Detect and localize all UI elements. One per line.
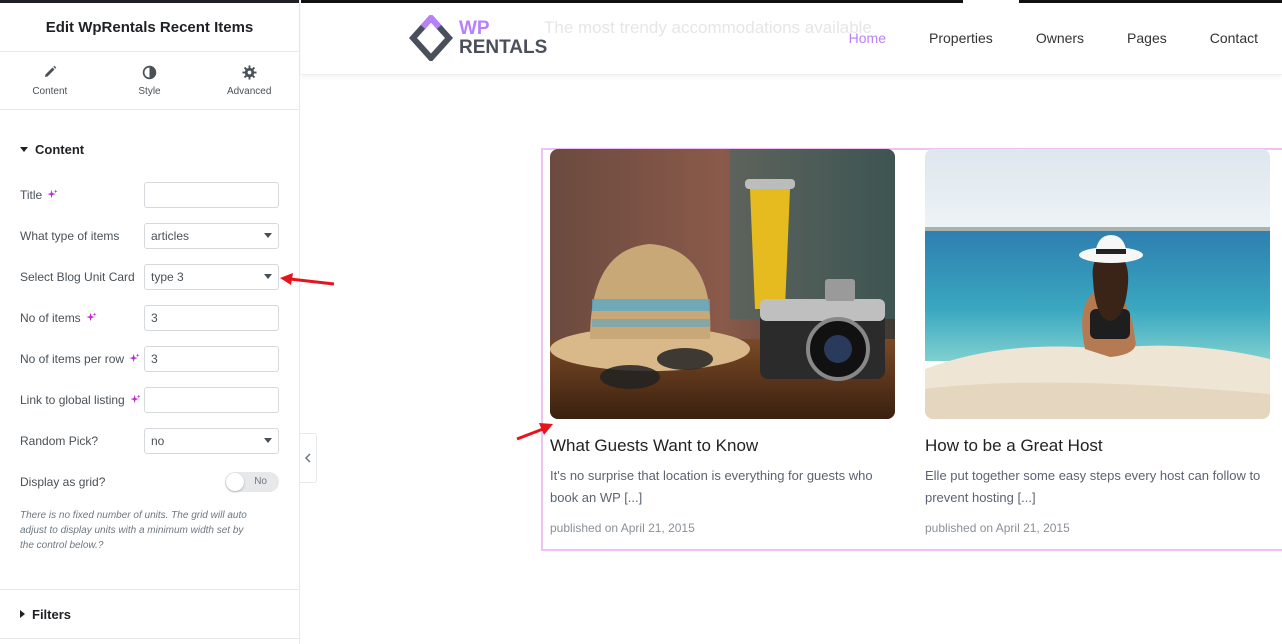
tab-style-label: Style <box>138 86 161 97</box>
blog-card[interactable]: What Guests Want to Know It's no surpris… <box>550 149 895 535</box>
card-title[interactable]: What Guests Want to Know <box>550 436 895 456</box>
nav-properties[interactable]: Properties <box>929 30 993 46</box>
logo-wp: WP <box>459 18 490 39</box>
ai-sparkle-icon[interactable] <box>129 353 140 364</box>
content-section-toggle[interactable]: Content <box>0 134 299 164</box>
annotation-arrow-icon <box>516 423 553 441</box>
logo-rentals: RENTALS <box>459 37 548 58</box>
main-nav: Home Properties Owners Pages Contact <box>806 30 1258 46</box>
logo-text: WP RENTALS <box>459 19 547 57</box>
item-type-label: What type of items <box>20 228 120 243</box>
filters-section-label: Filters <box>32 606 72 622</box>
toggle-state: No <box>254 475 267 487</box>
content-section-label: Content <box>35 141 85 157</box>
card-excerpt: Elle put together some easy steps every … <box>925 468 1261 505</box>
nav-pages[interactable]: Pages <box>1127 30 1167 46</box>
blog-card-select[interactable]: type 3 <box>144 263 279 290</box>
pencil-icon <box>42 64 58 80</box>
annotation-arrow-icon <box>280 273 335 286</box>
editor-panel: Edit WpRentals Recent Items Content Styl… <box>0 0 300 644</box>
display-grid-toggle[interactable]: No <box>225 471 279 492</box>
title-input[interactable] <box>144 181 279 208</box>
card-title[interactable]: How to be a Great Host <box>925 436 1270 456</box>
blog-card-value: type 3 <box>151 269 184 284</box>
dropdown-arrow-icon <box>264 438 272 443</box>
half-circle-icon <box>142 64 158 80</box>
dropdown-arrow-icon <box>264 274 272 279</box>
item-type-select[interactable]: articles <box>144 222 279 249</box>
tab-content-label: Content <box>32 86 68 97</box>
tab-advanced-label: Advanced <box>226 86 272 97</box>
card-image-beach[interactable] <box>925 149 1270 419</box>
control-item-count: No of items 3 <box>20 297 279 338</box>
random-pick-value: no <box>151 433 165 448</box>
random-pick-label: Random Pick? <box>20 433 99 448</box>
content-controls: Title What type of items articles Select… <box>0 174 299 502</box>
control-item-type: What type of items articles <box>20 215 279 256</box>
global-link-label: Link to global listing <box>20 392 125 407</box>
collapse-panel-button[interactable] <box>300 433 317 483</box>
card-date: published on April 21, 2015 <box>550 521 695 535</box>
display-grid-label: Display as grid? <box>20 474 106 489</box>
ai-sparkle-icon[interactable] <box>47 189 58 200</box>
tab-content[interactable]: Content <box>0 52 100 109</box>
control-items-per-row: No of items per row 3 <box>20 338 279 379</box>
tab-style[interactable]: Style <box>100 52 200 109</box>
global-link-input[interactable] <box>144 386 279 413</box>
control-random-pick: Random Pick? no <box>20 420 279 461</box>
tab-advanced[interactable]: Advanced <box>199 52 299 109</box>
card-image-hat-camera[interactable] <box>550 149 895 419</box>
control-global-link: Link to global listing <box>20 379 279 420</box>
card-date: published on April 21, 2015 <box>925 521 1070 535</box>
toggle-knob <box>226 472 244 491</box>
dropdown-arrow-icon <box>264 233 272 238</box>
caret-down-icon <box>20 146 28 152</box>
items-per-row-input[interactable]: 3 <box>144 345 279 372</box>
control-title: Title <box>20 174 279 215</box>
blog-card[interactable]: How to be a Great Host Elle put together… <box>925 149 1270 535</box>
items-per-row-label: No of items per row <box>20 351 125 366</box>
control-blog-card: Select Blog Unit Card type 3 <box>20 256 279 297</box>
title-label: Title <box>20 187 43 202</box>
logo-diamond-icon <box>409 15 453 61</box>
item-count-label: No of items <box>20 310 81 325</box>
filters-section-toggle[interactable]: Filters <box>0 589 299 639</box>
site-logo[interactable]: WP RENTALS <box>409 15 547 61</box>
header-top-highlight <box>963 0 1019 3</box>
ai-sparkle-icon[interactable] <box>130 394 141 405</box>
chevron-left-icon <box>304 453 311 463</box>
nav-home[interactable]: Home <box>849 30 886 46</box>
caret-right-icon <box>20 610 25 618</box>
nav-contact[interactable]: Contact <box>1210 30 1258 46</box>
control-display-grid: Display as grid? No <box>20 461 279 502</box>
grid-help-text: There is no fixed number of units. The g… <box>20 510 247 551</box>
nav-owners[interactable]: Owners <box>1036 30 1084 46</box>
panel-tabs: Content Style Advanced <box>0 52 299 110</box>
blog-card-label: Select Blog Unit Card <box>20 269 135 284</box>
card-excerpt: It's no surprise that location is everyt… <box>550 468 873 505</box>
item-count-input[interactable]: 3 <box>144 304 279 331</box>
panel-title: Edit WpRentals Recent Items <box>0 0 299 52</box>
gear-icon <box>241 64 257 80</box>
site-header: The most trendy accommodations available… <box>301 0 1282 75</box>
random-pick-select[interactable]: no <box>144 427 279 454</box>
item-type-value: articles <box>151 228 190 243</box>
ai-sparkle-icon[interactable] <box>86 312 97 323</box>
